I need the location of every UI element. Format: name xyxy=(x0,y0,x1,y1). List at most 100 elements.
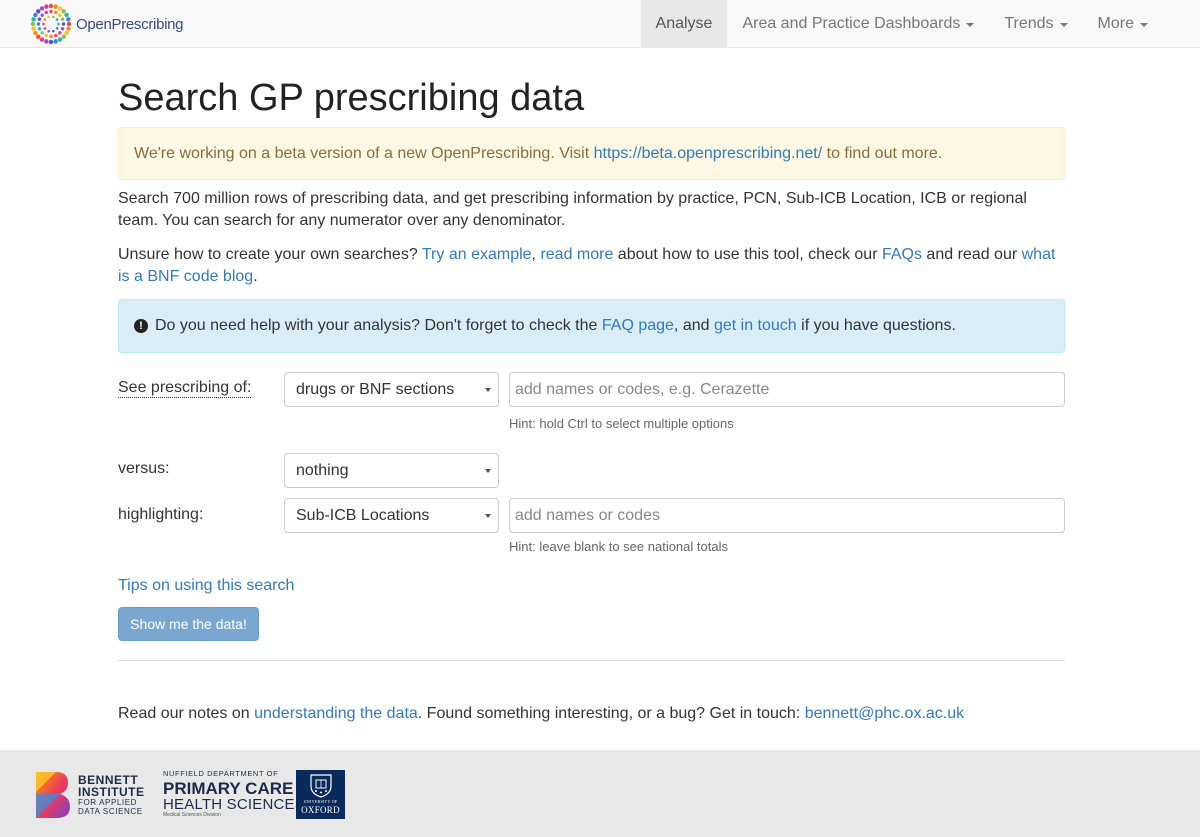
nav-dashboards-label: Area and Practice Dashboards xyxy=(742,14,961,32)
logo-dot xyxy=(49,34,53,39)
logo-dot xyxy=(48,3,54,9)
logo-dot xyxy=(61,34,66,39)
intro-text: Search 700 million rows of prescribing d… xyxy=(118,190,1027,229)
nuffield-line: Medical Sciences Division xyxy=(163,811,221,818)
nav-more[interactable]: More xyxy=(1083,0,1200,47)
nuffield-line: PRIMARY CARE xyxy=(163,778,294,798)
logo-dot xyxy=(31,17,36,22)
numerator-search-input[interactable]: add names or codes, e.g. Cerazette xyxy=(509,372,1065,407)
faqs-link[interactable]: FAQs xyxy=(882,246,922,263)
get-in-touch-link[interactable]: get in touch xyxy=(714,317,797,334)
main-nav: Analyse Area and Practice Dashboards Tre… xyxy=(640,0,1200,47)
logo-dot xyxy=(36,9,41,14)
footer: BENNETT INSTITUTE FOR APPLIED DATA SCIEN… xyxy=(0,750,1200,837)
read-more-link[interactable]: read more xyxy=(540,246,613,263)
nav-analyse[interactable]: Analyse xyxy=(640,0,728,47)
logo-dot xyxy=(66,21,72,27)
divider xyxy=(118,660,1065,661)
oxford-line: OXFORD xyxy=(301,805,340,815)
bennett-line: INSTITUTE xyxy=(78,785,145,799)
bennett-line: DATA SCIENCE xyxy=(78,807,143,816)
nav-dashboards[interactable]: Area and Practice Dashboards xyxy=(727,0,989,47)
numerator-hint: Hint: hold Ctrl to select multiple optio… xyxy=(509,416,734,431)
help-notice-text: , and xyxy=(673,317,714,334)
beta-notice: We're working on a beta version of a new… xyxy=(118,127,1065,180)
logo-dot xyxy=(37,27,42,31)
oxford-crest-icon xyxy=(309,774,332,798)
logo-dot xyxy=(55,18,59,21)
understanding-data-link[interactable]: understanding the data xyxy=(254,705,418,722)
org-type-value: Sub-ICB Locations xyxy=(296,506,430,524)
logo-dot xyxy=(36,34,41,39)
contact-email-link[interactable]: bennett@phc.ox.ac.uk xyxy=(805,705,964,722)
versus-label: versus: xyxy=(118,460,170,477)
logo-dot xyxy=(60,27,65,31)
logo-dot xyxy=(39,37,45,42)
try-example-link[interactable]: Try an example xyxy=(422,246,532,263)
nuffield-line: NUFFIELD DEPARTMENT OF xyxy=(163,769,279,778)
logo-dot xyxy=(43,18,47,21)
denominator-select[interactable]: nothing xyxy=(284,453,499,488)
help-text-part: and read our xyxy=(921,246,1022,263)
logo-dot xyxy=(40,31,44,35)
help-text-part: about how to use this tool, check our xyxy=(613,246,882,263)
bennett-line: FOR APPLIED xyxy=(78,798,138,807)
numerator-type-value: drugs or BNF sections xyxy=(296,380,455,398)
brand-name: OpenPrescribing xyxy=(76,15,184,33)
help-text-part: Unsure how to create your own searches? xyxy=(118,246,422,263)
logo-dot xyxy=(44,39,49,44)
beta-link[interactable]: https://beta.openprescribing.net/ xyxy=(594,145,823,162)
logo-dot xyxy=(60,17,65,21)
oxford-university-logo[interactable]: UNIVERSITY OF OXFORD xyxy=(296,770,345,819)
logo-dot xyxy=(57,6,63,11)
logo-dot xyxy=(47,15,50,19)
nav-trends[interactable]: Trends xyxy=(989,0,1082,47)
logo-dot xyxy=(36,22,41,26)
logo-dot xyxy=(44,4,49,9)
logo-dot xyxy=(37,17,42,21)
logo-dot xyxy=(44,10,48,15)
logo-dot xyxy=(39,6,45,11)
help-notice: ! Do you need help with your analysis? D… xyxy=(118,299,1065,353)
logo-dot xyxy=(54,10,58,15)
help-notice-text: if you have questions. xyxy=(796,317,956,334)
logo-dot xyxy=(54,33,58,38)
bennett-institute-text: BENNETT INSTITUTE FOR APPLIED DATA SCIEN… xyxy=(78,774,145,816)
logo-dot xyxy=(52,29,55,33)
logo-dot xyxy=(49,9,53,14)
logo-dot xyxy=(64,30,69,36)
nuffield-department-logo[interactable]: NUFFIELD DEPARTMENT OF PRIMARY CARE HEAL… xyxy=(163,770,305,818)
logo-dot xyxy=(58,31,62,35)
brand-link[interactable]: OpenPrescribing xyxy=(30,3,184,45)
logo-dot xyxy=(53,39,58,44)
nav-analyse-label: Analyse xyxy=(655,14,713,32)
logo-dot xyxy=(61,22,66,26)
logo-dot xyxy=(48,39,54,45)
faq-page-link[interactable]: FAQ page xyxy=(602,317,674,334)
beta-notice-text: We're working on a beta version of a new… xyxy=(134,144,594,162)
logo-dot xyxy=(33,30,38,36)
tips-link[interactable]: Tips on using this search xyxy=(118,577,294,595)
logo-dot xyxy=(61,9,66,14)
logo-dot xyxy=(66,17,71,22)
org-search-input[interactable]: add names or codes xyxy=(509,498,1065,533)
show-data-button[interactable]: Show me the data! xyxy=(118,607,259,641)
logo-dot xyxy=(43,27,47,30)
highlighting-label: highlighting: xyxy=(118,506,204,523)
help-text: Unsure how to create your own searches? … xyxy=(118,244,1065,288)
openprescribing-logo-icon xyxy=(30,3,72,45)
page-title: Search GP prescribing data xyxy=(118,77,585,119)
numerator-type-select[interactable]: drugs or BNF sections xyxy=(284,372,499,407)
beta-notice-suffix: to find out more. xyxy=(822,144,943,162)
logo-dot xyxy=(55,27,59,30)
org-type-select[interactable]: Sub-ICB Locations xyxy=(284,498,499,533)
logo-dot xyxy=(30,21,36,27)
logo-dot xyxy=(31,26,36,31)
exclamation-icon: ! xyxy=(134,319,148,333)
logo-dot xyxy=(33,12,38,18)
notes-text-part: . Found something interesting, or a bug?… xyxy=(417,705,805,722)
bennett-institute-logo[interactable]: BENNETT INSTITUTE FOR APPLIED DATA SCIEN… xyxy=(34,770,145,820)
org-search-placeholder: add names or codes xyxy=(515,506,660,524)
see-prescribing-label: See prescribing of: xyxy=(118,379,252,398)
denominator-value: nothing xyxy=(296,461,349,479)
